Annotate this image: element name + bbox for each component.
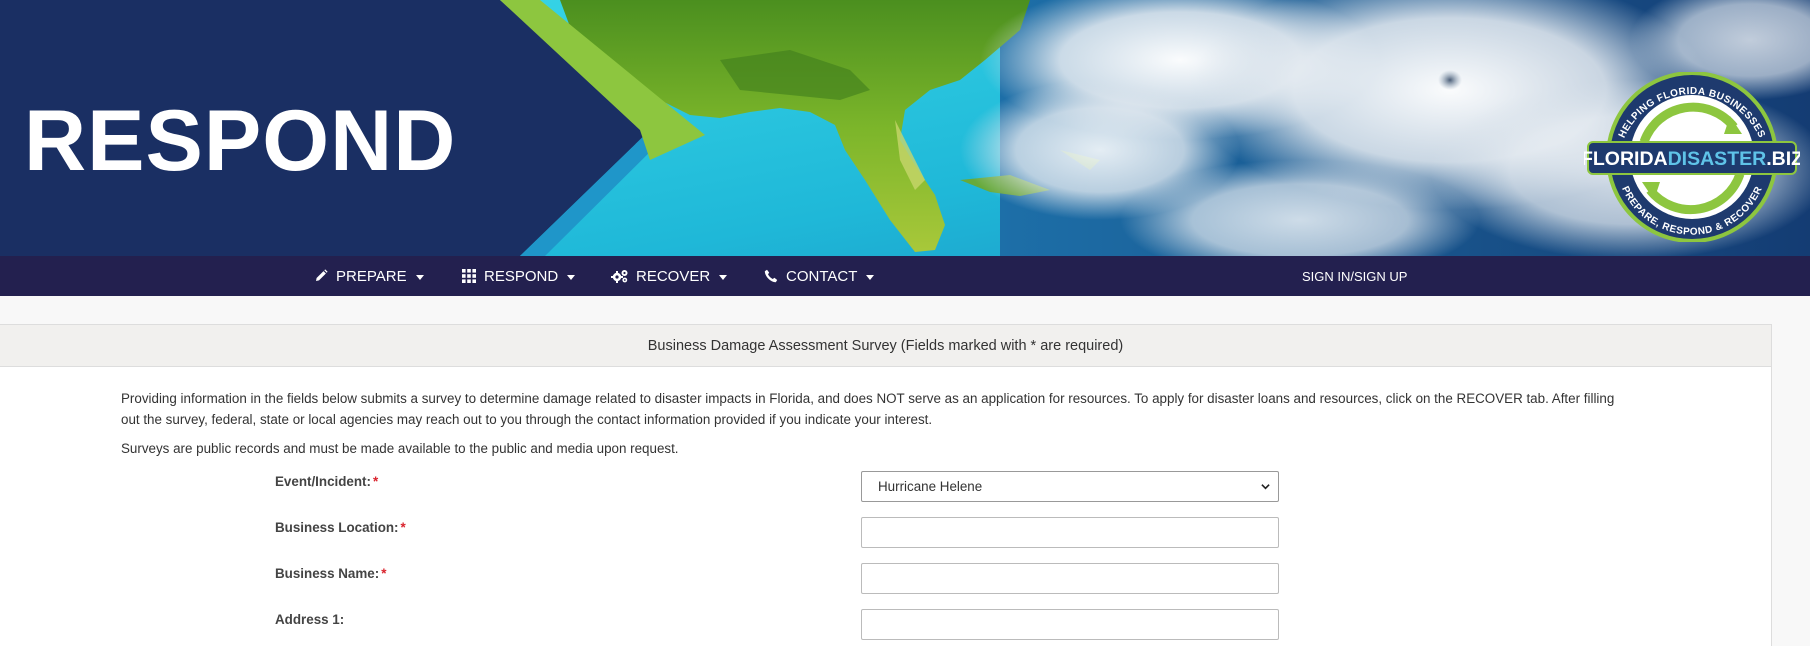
gears-icon — [611, 268, 629, 284]
phone-icon — [763, 268, 779, 284]
nav-recover-label: RECOVER — [636, 267, 711, 285]
hero-banner: RESPOND FLORIDADISASTER.BIZ HELPING FLOR… — [0, 0, 1810, 256]
nav-prepare[interactable]: PREPARE — [313, 256, 424, 296]
page-title: RESPOND — [24, 93, 457, 189]
survey-intro-text: Providing information in the fields belo… — [121, 391, 1615, 427]
address1-label: Address 1: — [275, 612, 344, 627]
business-name-label: Business Name: * — [275, 566, 386, 581]
business-location-input[interactable] — [861, 517, 1279, 548]
event-label: Event/Incident: * — [275, 474, 378, 489]
nav-contact[interactable]: CONTACT — [763, 256, 875, 296]
survey-panel: Business Damage Assessment Survey (Field… — [0, 324, 1772, 646]
logo-name-part2: DISASTER — [1668, 148, 1767, 170]
required-asterisk: * — [400, 520, 406, 535]
business-location-label: Business Location: * — [275, 520, 406, 535]
grid-icon — [461, 268, 477, 284]
svg-text:FLORIDADISASTER.BIZ: FLORIDADISASTER.BIZ — [1584, 148, 1800, 170]
public-records-note: Surveys are public records and must be m… — [121, 441, 679, 456]
main-nav: PREPARE RESPOND RECOVER CONTACT SIGN IN/… — [0, 256, 1810, 296]
event-select-value: Hurricane Helene — [878, 479, 983, 494]
chevron-down-icon — [1261, 484, 1270, 490]
nav-prepare-label: PREPARE — [336, 267, 407, 285]
nav-recover[interactable]: RECOVER — [611, 256, 728, 296]
event-label-text: Event/Incident: — [275, 474, 371, 489]
nav-respond[interactable]: RESPOND — [461, 256, 576, 296]
nav-respond-label: RESPOND — [484, 267, 559, 285]
survey-header: Business Damage Assessment Survey (Field… — [0, 325, 1771, 367]
address1-input[interactable] — [861, 609, 1279, 640]
address1-label-text: Address 1: — [275, 612, 345, 627]
chevron-down-icon — [866, 274, 875, 280]
chevron-down-icon — [567, 274, 576, 280]
business-name-label-text: Business Name: — [275, 566, 380, 581]
nav-contact-label: CONTACT — [786, 267, 858, 285]
event-select[interactable]: Hurricane Helene — [861, 471, 1279, 502]
required-asterisk: * — [372, 474, 379, 489]
business-name-input[interactable] — [861, 563, 1279, 594]
logo-name-part1: FLORIDA — [1584, 148, 1668, 170]
sign-in-link[interactable]: SIGN IN/SIGN UP — [1302, 256, 1407, 296]
required-asterisk: * — [381, 566, 387, 581]
logo-name-part3: .BIZ — [1766, 148, 1800, 170]
chevron-down-icon — [719, 274, 728, 280]
chevron-down-icon — [415, 274, 424, 280]
floridadisaster-logo[interactable]: FLORIDADISASTER.BIZ HELPING FLORIDA BUSI… — [1584, 72, 1800, 242]
business-location-label-text: Business Location: — [275, 520, 399, 535]
pencil-icon — [313, 268, 329, 284]
